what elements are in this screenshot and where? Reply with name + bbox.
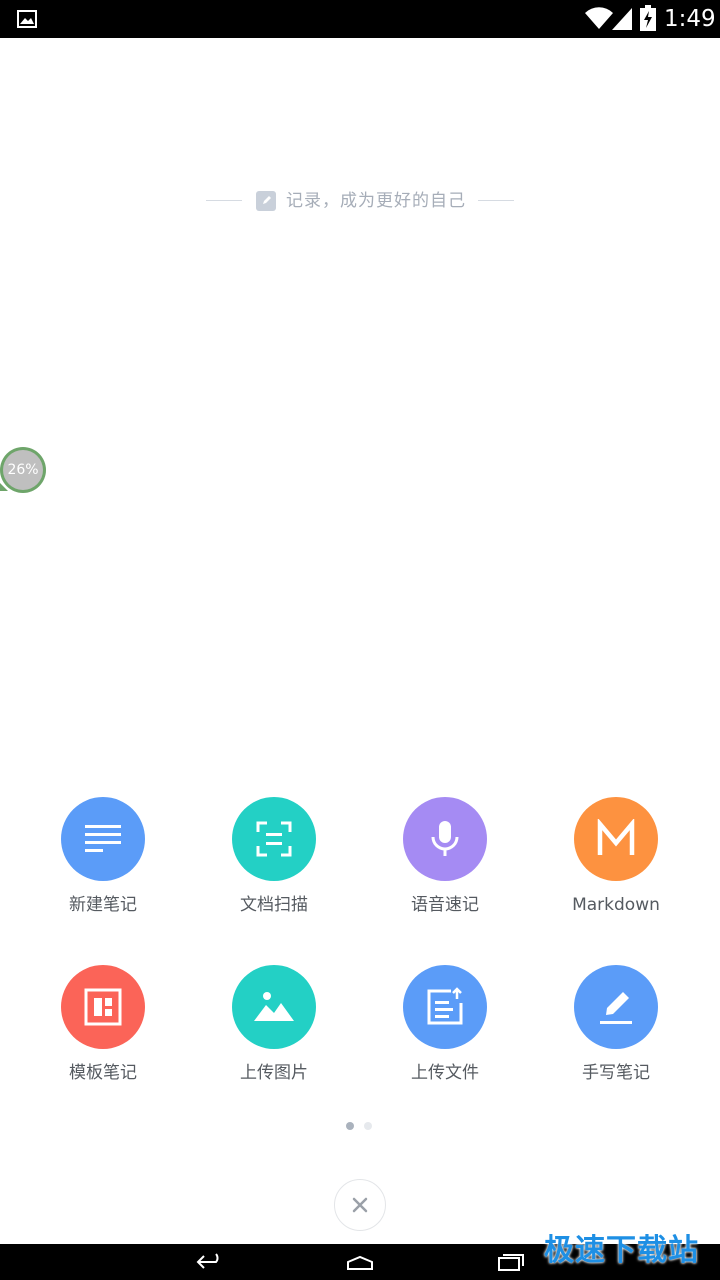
pen-icon <box>600 992 632 1024</box>
status-bar: 1:49 <box>0 0 720 38</box>
handwriting-note-button[interactable]: 手写笔记 <box>546 965 686 1105</box>
pager-dot-inactive[interactable] <box>364 1122 372 1130</box>
screen: 1:49 记录，成为更好的自己 26% 新建笔记 文档扫描 语音速记 Markd… <box>0 0 720 1280</box>
document-scan-label: 文档扫描 <box>240 895 308 915</box>
upload-file-label: 上传文件 <box>411 1063 479 1083</box>
upload-image-label: 上传图片 <box>240 1063 308 1083</box>
slogan: 记录，成为更好的自己 <box>206 188 514 214</box>
image-icon <box>254 992 294 1021</box>
lines-icon <box>85 825 121 852</box>
slogan-divider-right <box>478 200 514 201</box>
watermark-logo: 极速下载站 <box>544 1233 699 1268</box>
status-time: 1:49 <box>664 6 716 32</box>
template-icon <box>84 988 122 1026</box>
voice-note-button[interactable]: 语音速记 <box>375 797 515 937</box>
document-scan-button[interactable]: 文档扫描 <box>204 797 344 937</box>
markdown-icon <box>597 819 635 855</box>
back-icon[interactable] <box>196 1252 224 1272</box>
slogan-divider-left <box>206 200 242 201</box>
scan-icon <box>256 821 292 857</box>
gallery-notification-icon <box>17 10 37 28</box>
markdown-label: Markdown <box>572 895 660 915</box>
markdown-button[interactable]: Markdown <box>546 797 686 937</box>
microphone-icon <box>431 821 459 856</box>
upload-file-button[interactable]: 上传文件 <box>375 965 515 1105</box>
markdown-circle <box>574 797 658 881</box>
slogan-text: 记录，成为更好的自己 <box>286 191 466 211</box>
new-note-label: 新建笔记 <box>69 895 137 915</box>
new-note-button[interactable]: 新建笔记 <box>33 797 173 937</box>
upload-image-button[interactable]: 上传图片 <box>204 965 344 1105</box>
handwriting-note-circle <box>574 965 658 1049</box>
template-note-button[interactable]: 模板笔记 <box>33 965 173 1105</box>
close-button[interactable] <box>334 1179 386 1231</box>
template-note-circle <box>61 965 145 1049</box>
document-scan-circle <box>232 797 316 881</box>
file-upload-icon <box>427 987 463 1025</box>
close-icon <box>352 1197 368 1213</box>
badge-percent: 26% <box>3 450 43 490</box>
wifi-icon <box>585 7 613 30</box>
floating-percent-badge[interactable]: 26% <box>0 447 46 493</box>
upload-file-circle <box>403 965 487 1049</box>
signal-icon <box>612 8 632 30</box>
upload-image-circle <box>232 965 316 1049</box>
battery-charging-icon <box>640 5 656 31</box>
recent-apps-icon[interactable] <box>497 1252 525 1272</box>
voice-note-label: 语音速记 <box>411 895 479 915</box>
home-icon[interactable] <box>345 1252 375 1272</box>
note-icon <box>256 191 276 211</box>
pager-dot-active[interactable] <box>346 1122 354 1130</box>
badge-tail <box>0 483 8 491</box>
template-note-label: 模板笔记 <box>69 1063 137 1083</box>
voice-note-circle <box>403 797 487 881</box>
handwriting-note-label: 手写笔记 <box>582 1063 650 1083</box>
new-note-circle <box>61 797 145 881</box>
